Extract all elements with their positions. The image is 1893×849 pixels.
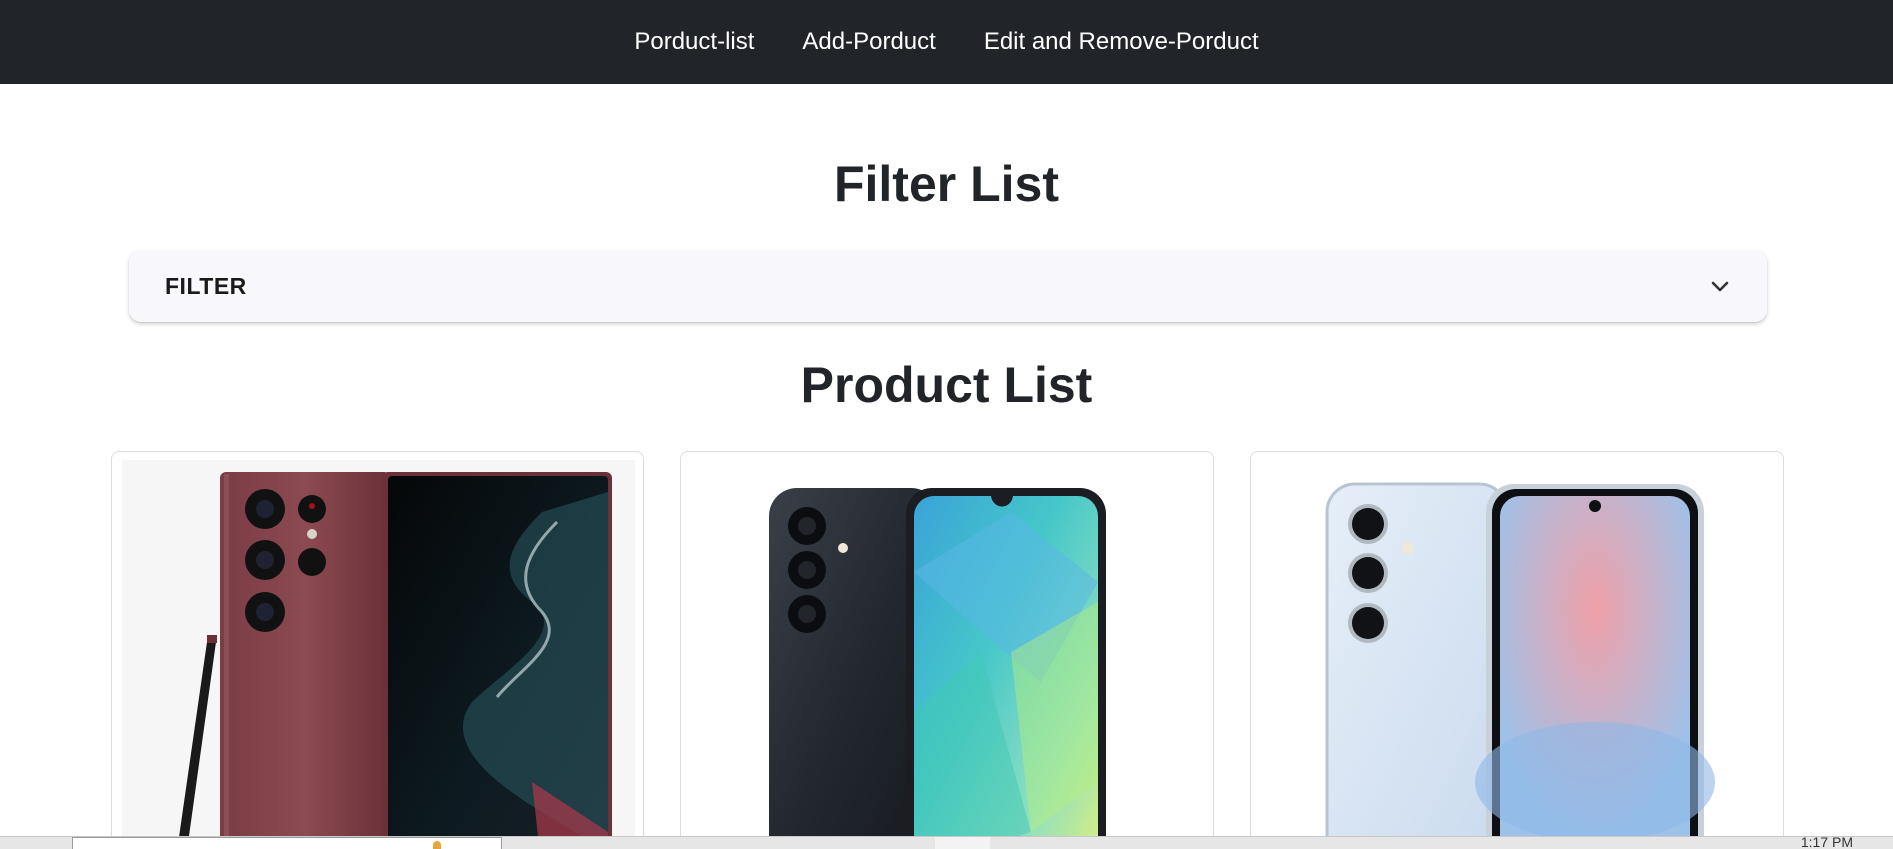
taskbar-clock: 1:17 PM	[1800, 834, 1853, 849]
nav-link-edit-remove-product[interactable]: Edit and Remove-Porduct	[984, 28, 1259, 56]
taskbar-window-thumbnail[interactable]	[72, 837, 502, 849]
os-taskbar: 1:17 PM	[0, 834, 1893, 849]
flame-icon	[433, 841, 441, 849]
filter-list-title: Filter List	[833, 156, 1060, 212]
nav-link-product-list[interactable]: Porduct-list	[634, 28, 754, 56]
product-card[interactable]	[1250, 451, 1784, 849]
product-card[interactable]	[680, 451, 1214, 849]
phone-burgundy-stylus-image	[122, 460, 635, 849]
nav-link-add-product[interactable]: Add-Porduct	[802, 28, 935, 56]
phone-navy-teal-image	[769, 488, 1106, 849]
top-navbar: Porduct-list Add-Porduct Edit and Remove…	[0, 0, 1893, 84]
taskbar-segment	[935, 837, 990, 849]
filter-accordion-label: FILTER	[165, 272, 247, 299]
product-card[interactable]	[111, 451, 644, 849]
product-list-title: Product List	[800, 357, 1093, 413]
phone-lightblue-image	[1325, 482, 1715, 849]
chevron-down-icon[interactable]	[1709, 275, 1731, 297]
filter-accordion[interactable]: FILTER	[129, 250, 1767, 322]
